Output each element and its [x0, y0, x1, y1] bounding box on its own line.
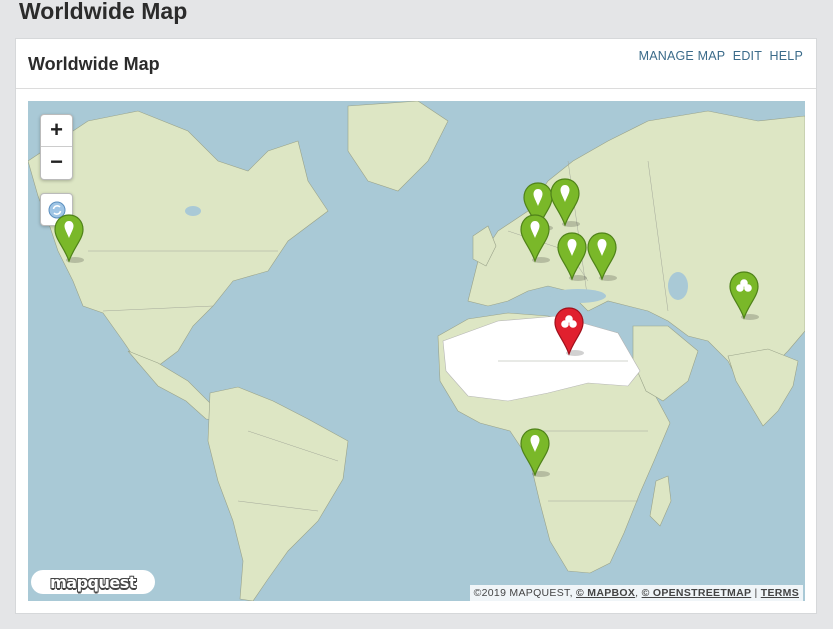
terms-link[interactable]: TERMS — [761, 587, 799, 599]
marker-pin-icon — [554, 307, 584, 356]
map-marker-green[interactable] — [519, 214, 551, 264]
openstreetmap-link[interactable]: © OPENSTREETMAP — [642, 587, 752, 599]
mapbox-link[interactable]: © MAPBOX — [576, 587, 635, 599]
panel-title: Worldwide Map — [28, 54, 160, 74]
help-link[interactable]: HELP — [770, 49, 803, 63]
world-map[interactable]: + − mapquest ©2019 MAPQUEST, © MAPBOX, ©… — [28, 101, 805, 601]
map-attribution: ©2019 MAPQUEST, © MAPBOX, © OPENSTREETMA… — [469, 585, 803, 601]
marker-pin-icon — [729, 271, 759, 320]
mapquest-logo[interactable]: mapquest — [31, 570, 155, 594]
map-marker-green[interactable] — [519, 428, 551, 478]
map-tiles — [28, 101, 805, 601]
panel-header: Worldwide Map MANAGE MAP EDIT HELP — [16, 39, 816, 89]
page-title: Worldwide Map — [19, 0, 188, 24]
marker-pin-icon — [557, 232, 587, 281]
map-panel: Worldwide Map MANAGE MAP EDIT HELP + − m… — [15, 38, 817, 614]
panel-actions: MANAGE MAP EDIT HELP — [635, 49, 803, 63]
marker-pin-icon — [520, 214, 550, 263]
manage-map-link[interactable]: MANAGE MAP — [639, 49, 726, 63]
marker-pin-icon — [550, 178, 580, 227]
zoom-out-button[interactable]: − — [41, 147, 72, 179]
marker-pin-icon — [54, 214, 84, 263]
marker-pin-icon — [520, 428, 550, 477]
edit-link[interactable]: EDIT — [733, 49, 762, 63]
map-marker-green[interactable] — [586, 232, 618, 282]
attribution-copyright: ©2019 MAPQUEST, — [473, 587, 577, 599]
marker-pin-icon — [587, 232, 617, 281]
map-marker-green[interactable] — [53, 214, 85, 264]
logo-text: mapquest — [50, 572, 136, 592]
map-marker-green[interactable] — [728, 271, 760, 321]
map-marker-green[interactable] — [556, 232, 588, 282]
map-marker-red[interactable] — [553, 307, 585, 357]
map-marker-green[interactable] — [549, 178, 581, 228]
zoom-in-button[interactable]: + — [41, 115, 72, 147]
attribution-separator: | — [751, 587, 761, 599]
zoom-control: + − — [40, 114, 73, 180]
